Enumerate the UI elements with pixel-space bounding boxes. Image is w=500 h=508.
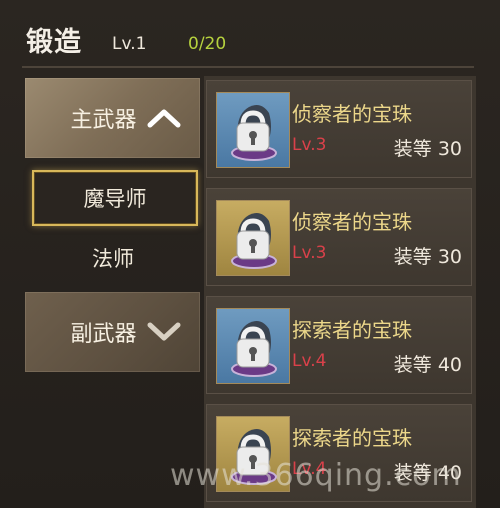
off-weapon-label: 副武器	[70, 322, 137, 347]
main-weapon-tab[interactable]: 主武器	[25, 78, 200, 158]
forge-header: 锻造 Lv.1 0/20	[0, 0, 500, 62]
item-card[interactable]: 侦察者的宝珠 Lv.3 装等 30	[206, 188, 472, 286]
item-name: 探索者的宝珠	[292, 318, 412, 342]
item-gear-level: 装等 30	[393, 246, 462, 268]
forge-count: 0/20	[188, 34, 227, 54]
sub-item-mage[interactable]: 法师	[32, 232, 194, 284]
chevron-down-icon	[147, 322, 180, 341]
header-divider	[22, 66, 474, 68]
watermark: www.366qing.com	[170, 458, 462, 493]
item-level: Lv.3	[292, 135, 327, 155]
item-card[interactable]: 探索者的宝珠 Lv.4 装等 40	[206, 296, 472, 394]
locked-orb-icon	[231, 321, 277, 377]
locked-orb-icon	[231, 213, 277, 269]
item-icon	[216, 308, 290, 384]
item-name: 侦察者的宝珠	[292, 210, 412, 234]
item-icon	[216, 200, 290, 276]
item-gear-level: 装等 40	[393, 354, 462, 376]
item-name: 侦察者的宝珠	[292, 102, 412, 126]
main-weapon-label: 主武器	[70, 108, 137, 133]
item-name: 探索者的宝珠	[292, 426, 412, 450]
item-icon	[216, 92, 290, 168]
item-level: Lv.3	[292, 243, 327, 263]
off-weapon-tab[interactable]: 副武器	[25, 292, 200, 372]
locked-orb-icon	[231, 105, 277, 161]
page-title: 锻造	[26, 27, 82, 58]
item-gear-level: 装等 30	[393, 138, 462, 160]
item-card[interactable]: 侦察者的宝珠 Lv.3 装等 30	[206, 80, 472, 178]
chevron-up-icon	[147, 109, 180, 128]
item-level: Lv.4	[292, 351, 327, 371]
sub-item-mage-guide[interactable]: 魔导师	[32, 170, 198, 226]
forge-level: Lv.1	[112, 34, 147, 54]
